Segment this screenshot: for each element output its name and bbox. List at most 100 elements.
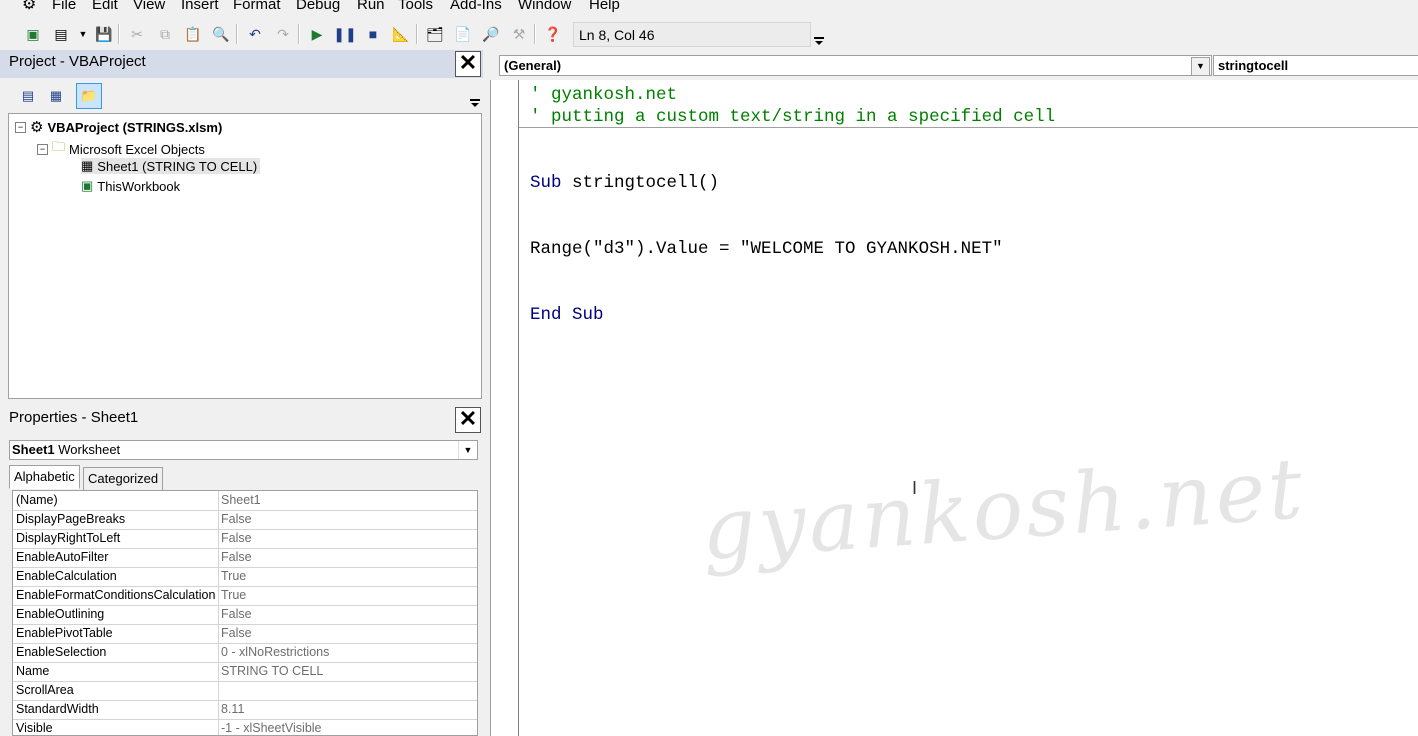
property-row[interactable]: ScrollArea — [13, 681, 477, 701]
procedure-combo[interactable]: stringtocell — [1213, 55, 1418, 76]
menu-help[interactable]: Help — [589, 0, 620, 13]
design-mode-icon[interactable]: 📐 — [390, 23, 412, 45]
undo-icon[interactable]: ↶ — [244, 23, 266, 45]
chevron-down-icon[interactable]: ▼ — [1191, 57, 1210, 76]
property-row[interactable]: DisplayPageBreaks False — [13, 510, 477, 530]
menu-view[interactable]: View — [133, 0, 165, 13]
code-window-header: (General) ▼ stringtocell — [488, 51, 1418, 79]
column-divider — [218, 548, 219, 567]
tab-categorized[interactable]: Categorized — [83, 467, 164, 491]
tree-item-thisworkbook[interactable]: ▣ ThisWorkbook — [81, 178, 180, 194]
margin-indicator-bar[interactable] — [491, 80, 519, 736]
property-value[interactable]: True — [221, 567, 246, 586]
vbaproject-icon: ⚙ — [30, 119, 44, 136]
property-value[interactable]: False — [221, 529, 252, 548]
property-row[interactable]: EnableOutlining False — [13, 605, 477, 625]
toolbar-divider — [236, 24, 238, 44]
toolbar-options-icon[interactable] — [813, 27, 825, 47]
property-value[interactable]: True — [221, 586, 246, 605]
project-explorer-icon[interactable]: 🗂 — [424, 23, 446, 45]
property-name: EnableOutlining — [16, 607, 105, 621]
menu-window[interactable]: Window — [518, 0, 571, 13]
collapse-icon[interactable]: − — [37, 143, 48, 155]
break-icon[interactable]: ❚❚ — [333, 23, 356, 45]
tree-item-sheet1[interactable]: ▦ Sheet1 (STRING TO CELL) — [81, 158, 261, 174]
property-row[interactable]: Visible -1 - xlSheetVisible — [13, 719, 477, 735]
property-name: EnableFormatConditionsCalculation — [16, 588, 216, 602]
property-row[interactable]: Name STRING TO CELL — [13, 662, 477, 682]
paste-icon[interactable]: 📋 — [182, 23, 204, 45]
insert-userform-icon[interactable]: ▤ — [50, 23, 72, 45]
object-combo[interactable]: (General) ▼ — [499, 55, 1212, 76]
object-name: Sheet1 — [12, 442, 55, 457]
property-value[interactable]: 8.11 — [221, 700, 244, 719]
column-divider — [218, 662, 219, 681]
property-value[interactable]: False — [221, 624, 252, 643]
column-divider — [218, 529, 219, 548]
tree-item-vbaproject[interactable]: − ⚙ VBAProject (STRINGS.xlsm) — [15, 118, 222, 136]
property-value[interactable]: 0 - xlNoRestrictions — [221, 643, 329, 662]
collapse-icon[interactable]: − — [15, 121, 26, 133]
property-value[interactable]: False — [221, 548, 252, 567]
code-editor[interactable]: ' gyankosh.net ' putting a custom text/s… — [490, 80, 1418, 736]
reset-icon[interactable]: ■ — [362, 23, 384, 45]
property-row[interactable]: DisplayRightToLeft False — [13, 529, 477, 549]
property-row[interactable]: StandardWidth 8.11 — [13, 700, 477, 720]
run-icon[interactable]: ▶ — [306, 23, 328, 45]
property-value[interactable]: False — [221, 510, 252, 529]
property-row[interactable]: EnableCalculation True — [13, 567, 477, 587]
tab-alphabetic[interactable]: Alphabetic — [9, 465, 80, 489]
code-line-comment[interactable]: ' gyankosh.net — [530, 85, 677, 105]
code-line-sub[interactable]: Sub stringtocell() — [530, 173, 719, 193]
property-row[interactable]: EnablePivotTable False — [13, 624, 477, 644]
menu-add-ins[interactable]: Add-Ins — [450, 0, 502, 13]
tree-item-excel-objects[interactable]: − 🗀 Microsoft Excel Objects — [37, 138, 205, 160]
close-icon[interactable]: ✕ — [455, 407, 481, 433]
redo-icon[interactable]: ↷ — [272, 23, 294, 45]
menu-tools[interactable]: Tools — [398, 0, 433, 13]
property-value[interactable]: -1 - xlSheetVisible — [221, 719, 322, 735]
property-value[interactable]: Sheet1 — [221, 491, 261, 510]
toggle-folders-icon[interactable]: 📁 — [76, 83, 102, 109]
property-row[interactable]: EnableSelection 0 - xlNoRestrictions — [13, 643, 477, 663]
chevron-down-icon[interactable] — [469, 83, 481, 109]
menu-insert[interactable]: Insert — [181, 0, 219, 13]
toolbox-icon[interactable]: ⚒ — [508, 23, 530, 45]
menu-debug[interactable]: Debug — [296, 0, 340, 13]
menu-run[interactable]: Run — [357, 0, 385, 13]
property-name: Visible — [16, 721, 53, 735]
tree-item-label: Sheet1 (STRING TO CELL) — [97, 158, 258, 174]
toolbar-divider — [118, 24, 120, 44]
code-line-end-sub[interactable]: End Sub — [530, 305, 604, 325]
property-value[interactable]: STRING TO CELL — [221, 662, 323, 681]
menu-edit[interactable]: Edit — [92, 0, 118, 13]
view-object-icon[interactable]: ▦ — [43, 83, 69, 109]
save-icon[interactable]: 💾 — [93, 23, 115, 45]
chevron-down-icon[interactable]: ▼ — [72, 23, 94, 45]
property-name: EnablePivotTable — [16, 626, 113, 640]
property-row[interactable]: EnableFormatConditionsCalculation True — [13, 586, 477, 606]
properties-window-icon[interactable]: 📄 — [452, 23, 474, 45]
cut-icon[interactable]: ✂ — [126, 23, 148, 45]
help-icon[interactable]: ❓ — [542, 23, 564, 45]
code-line-comment[interactable]: ' putting a custom text/string in a spec… — [530, 107, 1055, 127]
property-row[interactable]: EnableAutoFilter False — [13, 548, 477, 568]
property-row[interactable]: (Name) Sheet1 — [13, 491, 477, 511]
copy-icon[interactable]: ⧉ — [154, 23, 176, 45]
chevron-down-icon[interactable]: ▼ — [458, 441, 477, 459]
menu-file[interactable]: File — [52, 0, 76, 13]
project-explorer-toolbar: ▤ ▦ 📁 — [0, 80, 483, 112]
view-code-icon[interactable]: ▤ — [15, 83, 41, 109]
folder-icon: 🗀 — [52, 139, 66, 154]
column-divider — [218, 605, 219, 624]
column-divider — [218, 643, 219, 662]
view-excel-icon[interactable]: ▣ — [22, 23, 44, 45]
object-selector[interactable]: Sheet1 Worksheet ▼ — [9, 440, 478, 460]
property-value[interactable]: False — [221, 605, 252, 624]
code-line-statement[interactable]: Range("d3").Value = "WELCOME TO GYANKOSH… — [530, 239, 1003, 259]
menu-format[interactable]: Format — [233, 0, 281, 13]
close-icon[interactable]: ✕ — [455, 51, 481, 77]
object-browser-icon[interactable]: 🔎 — [480, 23, 502, 45]
vba-app-icon[interactable]: ⚙ — [22, 0, 36, 14]
find-icon[interactable]: 🔍 — [210, 23, 232, 45]
